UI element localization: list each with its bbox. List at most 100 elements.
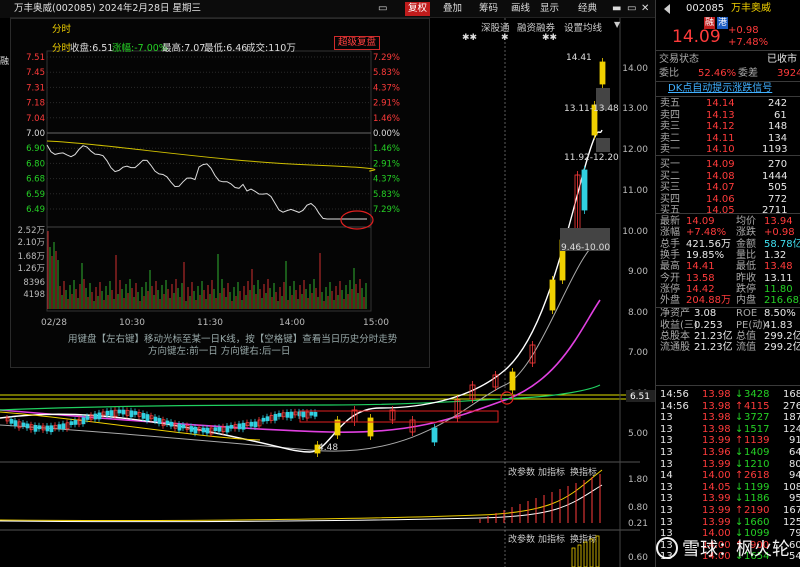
tick-volume: 1186 [744, 493, 770, 505]
stat-value: 14.41 [686, 261, 715, 273]
toolbar-button-fuquan[interactable]: 复权 [405, 2, 431, 16]
signal-star-icon: ✱ [501, 33, 509, 43]
order-book-label: 买三 [660, 182, 680, 194]
stat-value: 8.50% [764, 308, 796, 320]
tick-count: 187 [783, 412, 800, 424]
toolbar-button-display[interactable]: 显示 [537, 2, 562, 16]
candle [241, 422, 246, 430]
candle [117, 409, 122, 414]
last-price: 14.09 [672, 27, 721, 47]
stat-value: 14.09 [686, 216, 715, 227]
candle [57, 424, 62, 429]
prev-stock-icon[interactable] [664, 4, 670, 14]
kline-price-label: 12.00 [622, 145, 648, 155]
intraday-price-label: 7.18 [26, 99, 45, 109]
intraday-price-label: 6.80 [26, 159, 45, 169]
candle [81, 417, 86, 425]
low-price: 最低:6.46 [204, 43, 248, 54]
volume-label: 8396 [23, 278, 45, 288]
tick-price: 13.98 [702, 412, 731, 424]
panel-button-params: 改参数 [508, 466, 535, 478]
divider [656, 213, 800, 214]
stat-label: ROE [736, 308, 758, 320]
candle [599, 61, 606, 85]
stock-code: 002085 [686, 3, 725, 14]
toolbar-button-draw[interactable]: 画线 [508, 2, 533, 16]
candle [281, 412, 286, 418]
candle [217, 426, 222, 432]
intraday-price-label: 6.59 [26, 190, 45, 200]
candle [69, 421, 74, 426]
stat-label: 涨跌 [736, 227, 756, 239]
tick-time: 13 [660, 458, 673, 470]
candle [181, 424, 186, 429]
close-icon[interactable]: ✕ [638, 2, 652, 16]
candle [133, 411, 138, 415]
chevron-down-icon[interactable]: ▼ [614, 20, 620, 29]
minimize-icon[interactable]: ▬ [609, 2, 624, 16]
order-book-volume: 270 [768, 159, 788, 170]
intraday-pct-label: 4.37% [373, 83, 400, 93]
candle [431, 427, 438, 443]
stat-label: 最高 [660, 261, 680, 273]
sub-toolbar-ma-settings[interactable]: 设置均线 [564, 20, 602, 34]
candle [269, 415, 274, 421]
tick-arrow-icon: ↓ [735, 493, 744, 505]
candle [5, 417, 10, 422]
candle [73, 420, 78, 425]
weibi-label: 委比 [659, 68, 679, 79]
toolbar-button-overlay[interactable]: 叠加 [440, 2, 465, 16]
toolbar-button-classic[interactable]: 经典 [575, 2, 600, 16]
time-label: 02/28 [41, 318, 67, 328]
tick-count: 94 [789, 470, 800, 482]
time-label: 10:30 [119, 318, 145, 328]
tick-price: 13.99 [702, 458, 731, 470]
order-book-price: 14.12 [706, 121, 735, 133]
intraday-tab[interactable]: 分时 [52, 21, 71, 35]
tick-volume: 1139 [744, 435, 770, 447]
candle [169, 421, 174, 427]
intraday-pct-label: 4.37% [373, 175, 400, 185]
order-book-price: 14.08 [706, 170, 735, 182]
candle [509, 371, 516, 391]
window-icon[interactable]: ▭ [375, 2, 390, 16]
kline-price-label: 8.00 [628, 308, 648, 318]
stat-value: +7.48% [686, 227, 727, 239]
stat-label: 跌停 [736, 283, 756, 295]
tick-arrow-icon: ↓ [735, 423, 744, 435]
intraday-tab-label: 分时 [52, 43, 72, 54]
candle [367, 417, 374, 437]
sub-toolbar-margin[interactable]: 融资融券 [517, 20, 555, 34]
tick-price: 13.99 [702, 493, 731, 505]
tick-price: 13.99 [702, 435, 731, 447]
tick-volume: 1660 [744, 516, 770, 528]
super-review-button[interactable]: 超级复盘 [334, 36, 381, 50]
order-book-volume: 242 [768, 98, 788, 109]
candle [313, 411, 318, 417]
volume-label: 2.52万 [18, 226, 45, 236]
toolbar-button-chips[interactable]: 筹码 [476, 2, 501, 16]
candle [265, 416, 270, 422]
tick-count: 125 [783, 516, 800, 528]
stat-value: 58.78亿 [764, 238, 800, 250]
intraday-pct-label: 2.91% [373, 159, 400, 169]
tick-price: 13.98 [702, 423, 731, 435]
tick-time: 13 [660, 481, 673, 493]
indicator-label: 0.21 [628, 519, 648, 529]
snowball-logo-icon [656, 537, 678, 559]
tick-volume: 4115 [744, 400, 770, 412]
candle [33, 425, 38, 432]
dk-signal-button[interactable]: DK点自动提示涨跌信号 [668, 83, 772, 95]
trade-status: 已收市 [767, 54, 797, 65]
stat-value: 3.08 [694, 308, 717, 320]
kline-price-label: 14.00 [622, 64, 648, 74]
intraday-chart[interactable]: 7.51 7.29% 7.45 5.83% 7.31 4.37% 7.18 2.91% 7.04… [11, 19, 431, 369]
candle [157, 418, 162, 424]
sub-toolbar-shengutong[interactable]: 深股通 [481, 20, 510, 34]
candle [301, 411, 306, 418]
tick-price: 13.98 [702, 400, 731, 412]
candle [141, 413, 146, 419]
kline-annotation: 11.92-12.20 [564, 153, 619, 163]
intraday-pct-label: 0.00% [373, 129, 400, 139]
order-book-label: 卖三 [660, 121, 680, 133]
